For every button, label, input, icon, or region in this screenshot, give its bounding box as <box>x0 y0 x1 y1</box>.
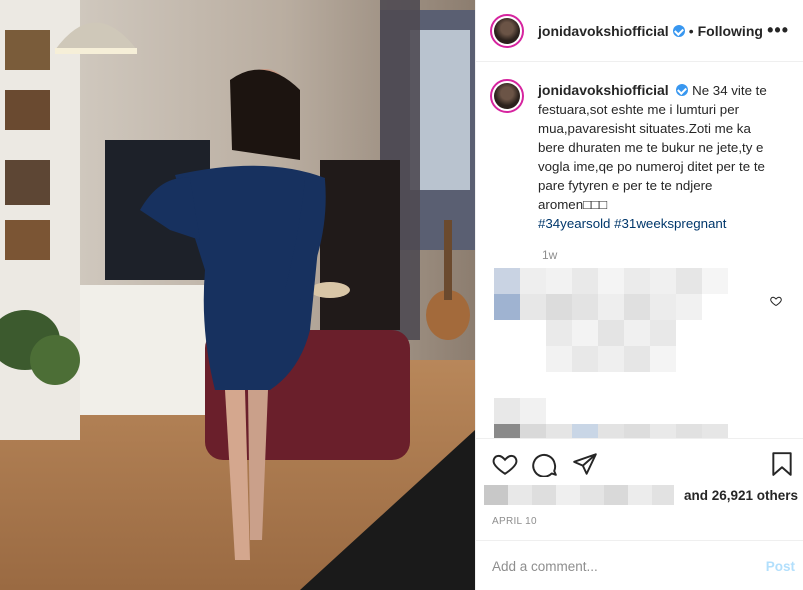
post-comment-button[interactable]: Post <box>766 559 795 574</box>
action-bar <box>476 438 803 488</box>
heart-icon[interactable] <box>492 451 518 477</box>
caption-avatar[interactable] <box>490 79 524 113</box>
post-date[interactable]: APRIL 10 <box>492 516 537 527</box>
post-detail-panel: jonidavokshiofficial • Following ••• jon… <box>475 0 803 590</box>
caption-time[interactable]: 1w <box>542 248 803 262</box>
following-button[interactable]: Following <box>698 23 763 39</box>
pixelated-comments <box>494 268 728 438</box>
more-icon[interactable]: ••• <box>767 20 789 41</box>
post-photo[interactable] <box>0 0 475 590</box>
author-avatar[interactable] <box>490 13 524 48</box>
caption-hashtags[interactable]: #34yearsold #31weekspregnant <box>538 216 727 231</box>
bookmark-icon[interactable] <box>769 451 795 477</box>
post-photo-image <box>0 0 475 590</box>
caption-username[interactable]: jonidavokshiofficial <box>538 82 669 98</box>
comments-area[interactable]: jonidavokshiofficial Ne 34 vite te festu… <box>476 63 803 438</box>
caption-text: Ne 34 vite te festuara,sot eshte me i lu… <box>538 83 767 212</box>
caption: jonidavokshiofficial Ne 34 vite te festu… <box>476 63 803 233</box>
comment-icon[interactable] <box>532 451 558 477</box>
verified-badge-icon <box>676 84 689 96</box>
comment-input[interactable]: Add a comment... <box>492 559 598 574</box>
caption-body: jonidavokshiofficial Ne 34 vite te festu… <box>538 81 770 233</box>
likes-row: and 26,921 others <box>484 485 803 505</box>
post-header: jonidavokshiofficial • Following ••• <box>476 0 803 62</box>
share-icon[interactable] <box>572 451 598 477</box>
author-username[interactable]: jonidavokshiofficial <box>538 23 669 39</box>
separator-dot: • <box>688 22 694 39</box>
likes-count[interactable]: and 26,921 others <box>684 488 798 503</box>
verified-badge-icon <box>672 24 685 37</box>
pixelated-liker-names <box>484 485 674 505</box>
comment-like-heart-icon[interactable] <box>770 295 782 307</box>
add-comment-bar: Add a comment... Post <box>476 540 803 590</box>
